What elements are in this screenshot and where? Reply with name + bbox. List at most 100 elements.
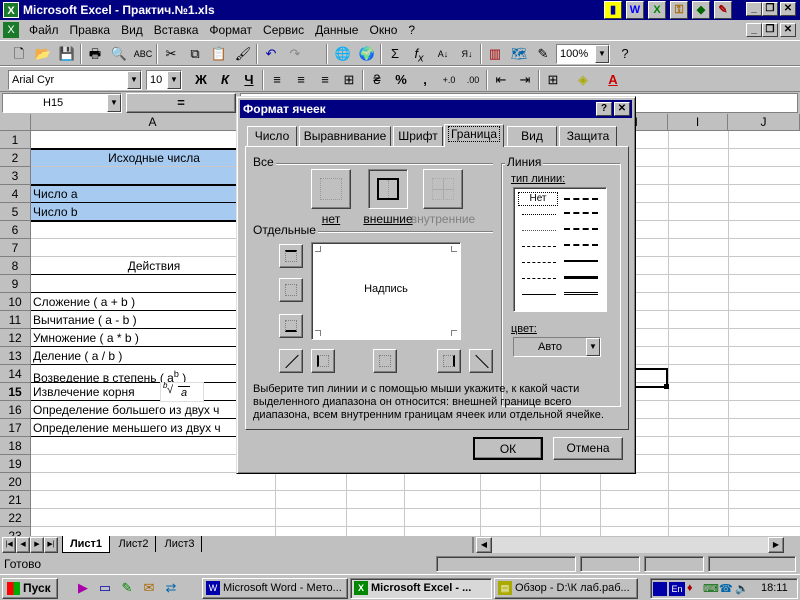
- task-explorer[interactable]: ▤ Обзор - D:\К лаб.раб...: [494, 578, 638, 599]
- border-right-button[interactable]: [437, 349, 461, 373]
- border-left-button[interactable]: [311, 349, 335, 373]
- line-style-none[interactable]: Нет: [518, 192, 558, 206]
- increase-decimal-icon[interactable]: +.0: [438, 70, 460, 90]
- borders-icon[interactable]: ⊞: [542, 70, 564, 90]
- row-header-active[interactable]: 15: [0, 383, 31, 401]
- clock[interactable]: 18:11: [761, 582, 788, 594]
- horizontal-scroll-track[interactable]: [492, 537, 768, 553]
- excel-shortcut-icon[interactable]: X: [648, 1, 666, 19]
- bold-button[interactable]: Ж: [190, 70, 212, 90]
- border-center-button[interactable]: [373, 349, 397, 373]
- sort-descending-icon[interactable]: Я↓: [456, 44, 478, 64]
- fill-handle[interactable]: [664, 384, 669, 389]
- select-all-corner[interactable]: [0, 114, 31, 131]
- outlook-icon[interactable]: ✉: [138, 578, 160, 598]
- increase-indent-icon[interactable]: ⇥: [514, 70, 536, 90]
- preset-inside-button[interactable]: [423, 169, 463, 209]
- quicklaunch-icon[interactable]: ▶: [72, 578, 94, 598]
- scroll-left-button[interactable]: ◀: [476, 537, 492, 553]
- line-style-option[interactable]: [564, 292, 598, 295]
- hyperlink-icon[interactable]: 🌐: [332, 44, 354, 64]
- network-icon[interactable]: ⇄: [160, 578, 182, 598]
- row-header[interactable]: 11: [0, 311, 31, 329]
- tray-icon[interactable]: ⌨: [703, 582, 719, 596]
- chevron-down-icon[interactable]: ▼: [167, 71, 181, 89]
- key-shortcut-icon[interactable]: ⚿: [670, 1, 688, 19]
- autosum-icon[interactable]: Σ: [384, 44, 406, 64]
- row-header[interactable]: 23: [0, 527, 31, 536]
- menu-insert[interactable]: Вставка: [153, 23, 200, 37]
- scroll-right-button[interactable]: ▶: [768, 537, 784, 553]
- copy-icon[interactable]: ⧉: [184, 44, 206, 64]
- tray-icon[interactable]: ☎: [719, 582, 733, 596]
- line-style-option[interactable]: [564, 244, 598, 246]
- spelling-icon[interactable]: ABC: [132, 44, 154, 64]
- last-sheet-icon[interactable]: ▶|: [44, 537, 58, 553]
- font-name-select[interactable]: Arial Cyr ▼: [8, 70, 142, 90]
- ok-button[interactable]: ОК: [473, 437, 543, 460]
- restore-button[interactable]: ❐: [762, 2, 778, 16]
- align-center-icon[interactable]: ≡: [290, 70, 312, 90]
- zoom-select[interactable]: 100% ▼: [556, 44, 610, 64]
- print-preview-icon[interactable]: 🔍: [108, 44, 130, 64]
- menu-window[interactable]: Окно: [368, 23, 398, 37]
- cancel-button[interactable]: Отмена: [553, 437, 623, 460]
- line-style-option[interactable]: [522, 214, 556, 215]
- volume-icon[interactable]: 🔈: [735, 582, 749, 596]
- save-icon[interactable]: 💾: [56, 44, 78, 64]
- row-header[interactable]: 10: [0, 293, 31, 311]
- access-shortcut-icon[interactable]: ◆: [692, 1, 710, 19]
- dialog-close-button[interactable]: ✕: [614, 102, 630, 116]
- row-header[interactable]: 18: [0, 437, 31, 455]
- task-excel[interactable]: X Microsoft Excel - ...: [350, 578, 492, 599]
- cut-icon[interactable]: ✂: [160, 44, 182, 64]
- sort-ascending-icon[interactable]: A↓: [432, 44, 454, 64]
- first-sheet-icon[interactable]: |◀: [2, 537, 16, 553]
- percent-button[interactable]: %: [390, 70, 412, 90]
- comma-style-button[interactable]: ,: [414, 70, 436, 90]
- root-formula-image[interactable]: b √ a: [160, 381, 204, 402]
- line-style-option[interactable]: [564, 198, 598, 200]
- align-left-icon[interactable]: ≡: [266, 70, 288, 90]
- formula-equals-button[interactable]: =: [126, 93, 236, 113]
- border-preview[interactable]: Надпись: [311, 242, 461, 340]
- decrease-indent-icon[interactable]: ⇤: [490, 70, 512, 90]
- italic-button[interactable]: К: [214, 70, 236, 90]
- chevron-down-icon[interactable]: ▼: [586, 338, 600, 356]
- open-icon[interactable]: 📂: [32, 44, 54, 64]
- row-header[interactable]: 16: [0, 401, 31, 419]
- sheet-tab[interactable]: Лист2: [112, 536, 156, 552]
- tray-icon[interactable]: ♦: [687, 582, 701, 596]
- language-indicator[interactable]: En: [669, 582, 685, 596]
- line-style-option[interactable]: [522, 246, 556, 247]
- row-header[interactable]: 1: [0, 131, 31, 149]
- undo-icon[interactable]: ↶: [260, 44, 282, 64]
- line-style-option[interactable]: [564, 228, 598, 230]
- row-header[interactable]: 13: [0, 347, 31, 365]
- excel-icon[interactable]: X: [3, 2, 19, 18]
- doc-minimize-button[interactable]: _: [746, 23, 762, 37]
- chart-wizard-icon[interactable]: ▥: [484, 44, 506, 64]
- fill-color-icon[interactable]: ◈: [572, 70, 594, 90]
- office-assistant-icon[interactable]: ?: [614, 44, 636, 64]
- merge-center-icon[interactable]: ⊞: [338, 70, 360, 90]
- tab-patterns[interactable]: Вид: [507, 126, 557, 146]
- word-shortcut-icon[interactable]: W: [626, 1, 644, 19]
- start-button[interactable]: Пуск: [2, 578, 58, 599]
- tray-app-icon[interactable]: [653, 582, 667, 596]
- format-painter-icon[interactable]: 🖌: [232, 44, 254, 64]
- drawing-icon[interactable]: ✎: [532, 44, 554, 64]
- doc-close-button[interactable]: ✕: [780, 23, 796, 37]
- row-header[interactable]: 3: [0, 167, 31, 185]
- row-header[interactable]: 8: [0, 257, 31, 275]
- dialog-title-bar[interactable]: Формат ячеек ? ✕: [240, 100, 632, 118]
- row-header[interactable]: 19: [0, 455, 31, 473]
- menu-format[interactable]: Формат: [208, 23, 253, 37]
- row-header[interactable]: 5: [0, 203, 31, 221]
- new-icon[interactable]: 🗋: [8, 44, 30, 64]
- close-button[interactable]: ✕: [780, 2, 796, 16]
- map-icon[interactable]: 🗺: [508, 44, 530, 64]
- border-middle-button[interactable]: [279, 278, 303, 302]
- underline-button[interactable]: Ч: [238, 70, 260, 90]
- font-color-icon[interactable]: A: [602, 70, 624, 90]
